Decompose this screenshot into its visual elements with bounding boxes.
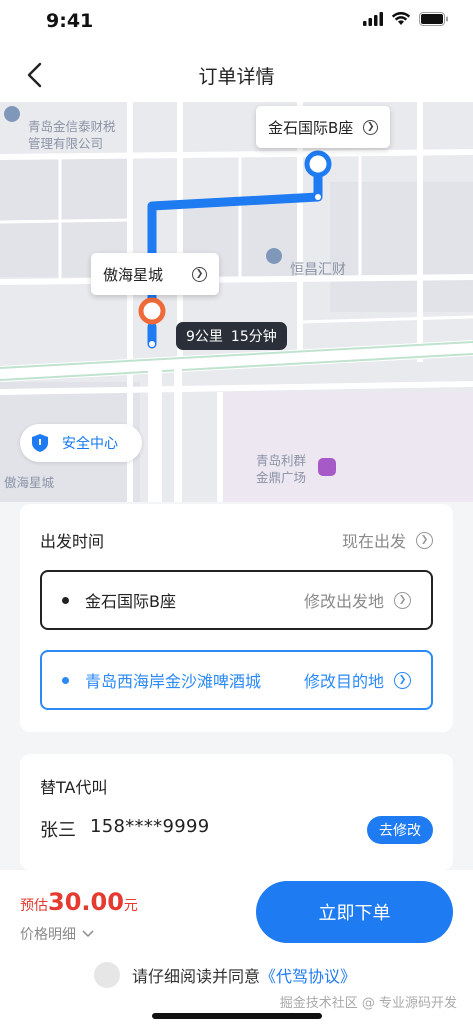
start-callout[interactable]: 金石国际B座 ❯ bbox=[256, 106, 391, 148]
battery-icon bbox=[419, 12, 448, 26]
edit-to-button[interactable]: 修改目的地 ❯ bbox=[304, 668, 411, 692]
page-title: 订单详情 bbox=[198, 66, 275, 88]
proxy-name: 张三 bbox=[40, 820, 76, 841]
to-dot-icon bbox=[62, 676, 69, 684]
depart-time-selector[interactable]: 现在出发 ❯ bbox=[342, 528, 433, 552]
wifi-icon bbox=[391, 12, 411, 25]
chevron-right-icon: ❯ bbox=[394, 591, 411, 609]
chevron-right-icon: ❯ bbox=[416, 531, 433, 549]
depart-time-value: 现在出发 bbox=[341, 532, 406, 551]
poi-label-bottom-left: 傲海星城 bbox=[4, 475, 55, 490]
poi-line: 管理有限公司 bbox=[28, 136, 104, 151]
agreement-text: 请仔细阅读并同意 bbox=[132, 967, 261, 986]
watermark: 掘金技术社区 @ 专业源码开发 bbox=[279, 996, 457, 1011]
status-bar: 9:41 bbox=[0, 0, 473, 46]
poi-line: 青岛金信泰财税 bbox=[28, 119, 116, 134]
order-card: 出发时间 现在出发 ❯ 金石国际B座 修改出发地 ❯ 青岛西海岸金沙滩啤酒城 修… bbox=[20, 504, 453, 732]
price-estimate: 预估 30.00 元 bbox=[20, 888, 138, 916]
status-icons bbox=[363, 12, 449, 26]
agreement-row: 请仔细阅读并同意《代驾协议》 bbox=[94, 962, 356, 988]
distance-value: 9公里 bbox=[186, 329, 223, 345]
chevron-down-icon bbox=[82, 930, 94, 938]
chevron-right-icon: ❯ bbox=[363, 119, 379, 135]
home-indicator bbox=[152, 1013, 322, 1019]
safety-center-label: 安全中心 bbox=[62, 436, 118, 452]
proxy-phone: 158****9999 bbox=[90, 816, 210, 837]
chevron-right-icon: ❯ bbox=[192, 266, 207, 282]
signal-icon bbox=[363, 12, 383, 26]
price-prefix: 预估 bbox=[20, 898, 48, 914]
to-address-text: 青岛西海岸金沙滩啤酒城 bbox=[85, 672, 262, 691]
poi-label-middle: 恒昌汇财 bbox=[290, 262, 346, 278]
poi-label-bottom-right: 青岛利群 金鼎广场 bbox=[256, 452, 306, 486]
poi-label-top-left: 青岛金信泰财税 管理有限公司 bbox=[28, 118, 116, 152]
price-unit: 元 bbox=[123, 898, 138, 914]
status-time: 9:41 bbox=[46, 10, 94, 32]
to-address-field[interactable]: 青岛西海岸金沙滩啤酒城 修改目的地 ❯ bbox=[40, 650, 433, 710]
place-order-button[interactable]: 立即下单 bbox=[256, 881, 453, 943]
nav-bar: 订单详情 bbox=[0, 46, 473, 102]
price-value: 30.00 bbox=[48, 888, 124, 916]
proxy-edit-button[interactable]: 去修改 bbox=[367, 816, 433, 844]
chevron-right-icon: ❯ bbox=[394, 671, 411, 689]
depart-time-label: 出发时间 bbox=[40, 532, 105, 551]
end-callout-label: 傲海星城 bbox=[103, 265, 164, 284]
edit-from-label: 修改出发地 bbox=[303, 592, 384, 611]
duration-value: 15分钟 bbox=[230, 329, 277, 345]
shield-icon bbox=[32, 434, 48, 452]
end-callout[interactable]: 傲海星城 ❯ bbox=[91, 253, 219, 295]
price-detail-toggle[interactable]: 价格明细 bbox=[20, 924, 94, 944]
from-address-text: 金石国际B座 bbox=[85, 592, 176, 611]
safety-center-button[interactable]: 安全中心 bbox=[20, 424, 142, 462]
start-callout-label: 金石国际B座 bbox=[268, 118, 354, 137]
agreement-checkbox[interactable] bbox=[94, 962, 120, 988]
proxy-card: 替TA代叫 张三 158****9999 去修改 bbox=[20, 754, 453, 870]
from-dot-icon bbox=[62, 596, 69, 604]
bottom-bar: 预估 30.00 元 价格明细 立即下单 请仔细阅读并同意《代驾协议》 掘金技术… bbox=[0, 870, 473, 1024]
edit-to-label: 修改目的地 bbox=[303, 672, 384, 691]
proxy-title: 替TA代叫 bbox=[40, 778, 108, 797]
agreement-link[interactable]: 《代驾协议》 bbox=[260, 967, 356, 986]
edit-from-button[interactable]: 修改出发地 ❯ bbox=[304, 588, 411, 612]
price-detail-label: 价格明细 bbox=[20, 927, 76, 943]
distance-pill: 9公里 15分钟 bbox=[176, 322, 287, 350]
poi-line: 金鼎广场 bbox=[256, 470, 307, 485]
poi-line: 青岛利群 bbox=[256, 453, 307, 468]
from-address-field[interactable]: 金石国际B座 修改出发地 ❯ bbox=[40, 570, 433, 630]
